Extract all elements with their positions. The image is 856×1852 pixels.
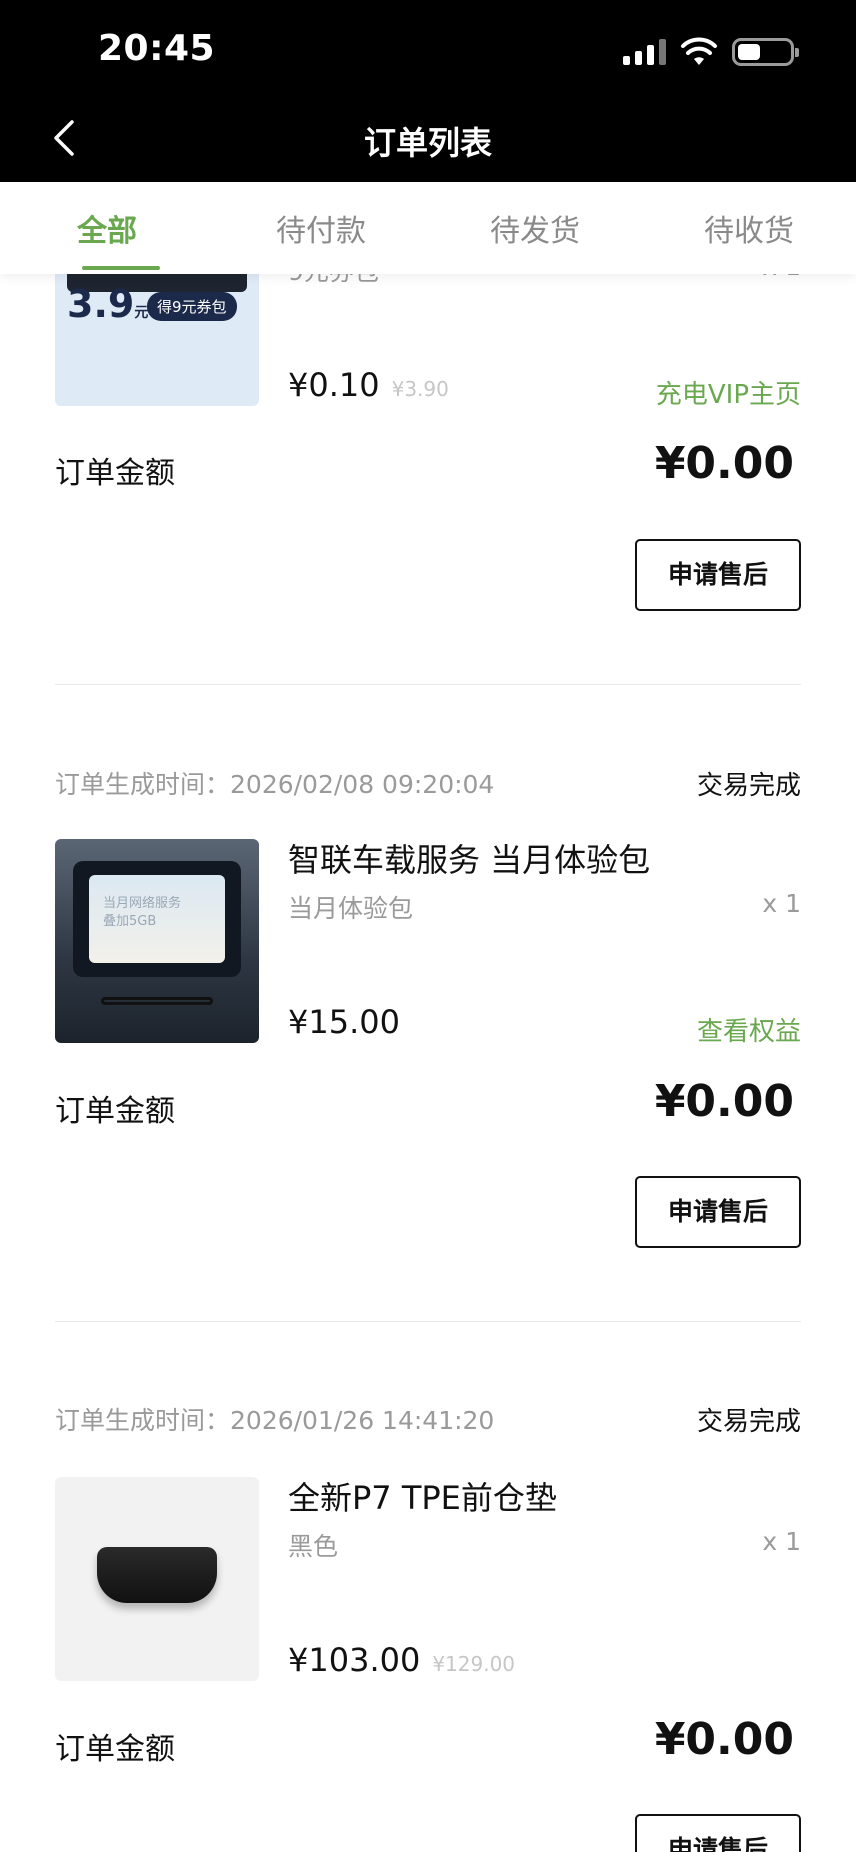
created-time-label: 订单生成时间： [55, 1406, 231, 1435]
tab-pending-receipt[interactable]: 待收货 [642, 182, 856, 274]
order-amount-label: 订单金额 [55, 1094, 175, 1129]
tab-pending-shipment[interactable]: 待发货 [428, 182, 642, 274]
divider [55, 684, 801, 685]
price-original: ¥129.00 [432, 1652, 516, 1676]
product-name[interactable]: 智联车载服务 当月体验包 [288, 835, 650, 881]
product-thumbnail[interactable] [55, 1477, 259, 1681]
product-spec: 黑色 [288, 1532, 339, 1561]
order-amount-label: 订单金额 [55, 1732, 175, 1767]
page-title: 订单列表 [363, 124, 492, 162]
order-tabs: 全部 待付款 待发货 待收货 [0, 182, 856, 274]
vent-decoration [101, 997, 213, 1005]
order-amount-value: ¥0.00 [654, 1076, 794, 1127]
after-sales-button[interactable]: 申请售后 [635, 1176, 801, 1248]
status-icons [623, 36, 799, 68]
created-time-label: 订单生成时间： [55, 770, 231, 799]
status-time: 20:45 [98, 28, 216, 69]
thumbnail-caption: 当月网络服务 叠加5GB [103, 896, 182, 929]
order-amount-value: ¥0.00 [654, 438, 794, 489]
vip-home-link[interactable]: 充电VIP主页 [656, 374, 801, 411]
product-price: ¥0.10 ¥3.90 [288, 366, 449, 404]
product-price: ¥15.00 [288, 1003, 400, 1041]
after-sales-button[interactable]: 申请售后 [635, 539, 801, 611]
order-header: 订单生成时间：2026/02/08 09:20:04 交易完成 [55, 765, 801, 805]
product-name[interactable]: 全新P7 TPE前仓垫 [288, 1473, 557, 1519]
wifi-icon [681, 37, 717, 65]
price-current: ¥103.00 [288, 1641, 421, 1679]
tab-all[interactable]: 全部 [0, 182, 214, 274]
created-time: 2026/02/08 09:20:04 [230, 770, 495, 799]
signal-icon [623, 39, 666, 65]
product-quantity: x 1 [762, 1527, 801, 1556]
order-status: 交易完成 [696, 1407, 801, 1437]
order-list: 月包 3.9元 得9元券包 9元券包 x 1 ¥0.10¥3.90 充电VIP主… [0, 0, 856, 1852]
thumbnail-price: 3.9元 [67, 282, 149, 326]
price-original: ¥3.90 [391, 377, 449, 401]
after-sales-button[interactable]: 申请售后 [635, 1814, 801, 1852]
battery-icon [732, 38, 799, 66]
order-header: 订单生成时间：2026/01/26 14:41:20 交易完成 [55, 1401, 801, 1441]
order-amount-value: ¥0.00 [654, 1714, 794, 1765]
tab-pending-payment[interactable]: 待付款 [214, 182, 428, 274]
price-current: ¥0.10 [288, 366, 380, 404]
order-amount-label: 订单金额 [55, 456, 175, 491]
divider [55, 1321, 801, 1322]
created-time: 2026/01/26 14:41:20 [230, 1406, 495, 1435]
car-display: 当月网络服务 叠加5GB [73, 861, 241, 977]
thumbnail-badge: 得9元券包 [147, 292, 237, 321]
product-thumbnail[interactable]: 当月网络服务 叠加5GB [55, 839, 259, 1043]
view-benefits-link[interactable]: 查看权益 [697, 1011, 801, 1048]
top-bar: 20:45 订单列表 [0, 0, 856, 182]
floor-mat-image [97, 1547, 217, 1603]
product-quantity: x 1 [762, 889, 801, 918]
order-status: 交易完成 [696, 771, 801, 801]
product-price: ¥103.00 ¥129.00 [288, 1641, 515, 1679]
product-spec: 当月体验包 [288, 894, 414, 923]
